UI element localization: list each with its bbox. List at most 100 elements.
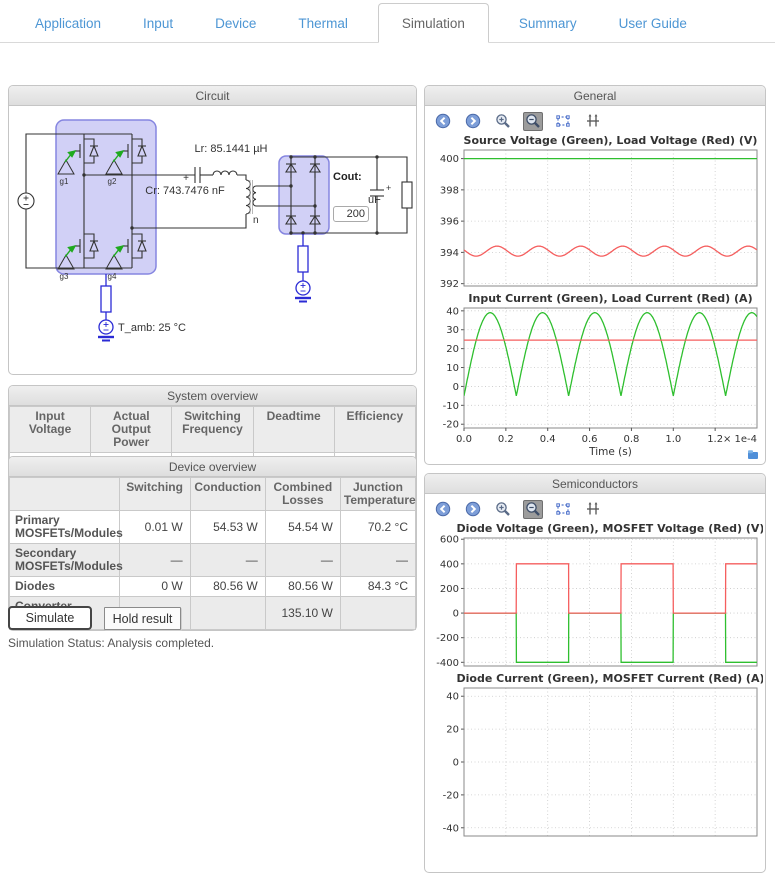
zoom-out-icon[interactable]	[523, 500, 543, 519]
cr-label: Cr: 743.7476 nF	[145, 185, 225, 197]
device-overview-title: Device overview	[9, 457, 416, 477]
tab-simulation[interactable]: Simulation	[378, 3, 489, 43]
cout-capacitance-input[interactable]	[333, 206, 369, 222]
svg-text:40: 40	[446, 306, 459, 317]
system-overview-title: System overview	[9, 386, 416, 406]
cout-label: Cout:	[333, 171, 362, 183]
gate-label-g2: g2	[108, 177, 117, 186]
svg-text:396: 396	[439, 217, 458, 228]
export-chart-icon[interactable]	[747, 449, 759, 460]
cell-value: —	[265, 544, 340, 577]
svg-text:-10: -10	[442, 401, 458, 412]
general-chart-toolbar	[425, 106, 765, 134]
device-col-empty	[10, 478, 120, 511]
svg-text:0: 0	[452, 758, 458, 769]
svg-text:0.6: 0.6	[581, 434, 597, 445]
chart-source-load-voltage[interactable]: 392 394 396 398 400 Source Voltage (Green), L…	[428, 134, 763, 292]
svg-text:0.4: 0.4	[539, 434, 555, 445]
semiconductors-panel: Semiconductors -400-2000200400600Diode V…	[424, 473, 766, 873]
history-back-icon[interactable]	[433, 112, 453, 131]
hold-result-button[interactable]: Hold result	[104, 607, 181, 630]
svg-text:-20: -20	[442, 790, 458, 801]
simulate-button[interactable]: Simulate	[8, 606, 92, 630]
col-header-actual-output-power: Actual Output Power	[91, 407, 172, 453]
cell-value	[190, 597, 265, 630]
cell-value: —	[190, 544, 265, 577]
zoom-rectangle-icon[interactable]	[553, 500, 573, 519]
cell-value: 84.3 °C	[340, 577, 415, 597]
row-label: Diodes	[10, 577, 120, 597]
svg-text:600: 600	[439, 535, 458, 546]
row-label: Primary MOSFETs/Modules	[10, 511, 120, 544]
cell-value: 80.56 W	[265, 577, 340, 597]
svg-text:392: 392	[439, 279, 458, 290]
col-header-efficiency: Efficiency	[334, 407, 415, 453]
cell-value: 54.54 W	[265, 511, 340, 544]
col-header-deadtime: Deadtime	[253, 407, 334, 453]
svg-text:10: 10	[446, 363, 459, 374]
svg-text:-400: -400	[436, 658, 459, 669]
svg-text:Time (s): Time (s)	[588, 446, 632, 458]
main-tabbar: Application Input Device Thermal Simulat…	[0, 0, 775, 43]
circuit-panel-title: Circuit	[9, 86, 416, 106]
cell-value	[340, 597, 415, 630]
semiconductors-chart-toolbar	[425, 494, 765, 522]
table-row-diodes: Diodes 0 W 80.56 W 80.56 W 84.3 °C	[10, 577, 416, 597]
gate-label-g3: g3	[60, 272, 69, 281]
turns-ratio-label: n	[253, 215, 259, 226]
simulation-app: { "tabs": { "items": [ {"label": "Applic…	[0, 0, 775, 690]
zoom-out-icon[interactable]	[523, 112, 543, 131]
svg-text:Source Voltage (Green), Load V: Source Voltage (Green), Load Voltage (Re…	[463, 134, 757, 147]
circuit-panel: Circuit	[8, 85, 417, 375]
chart-diode-mosfet-current[interactable]: -40-2002040Diode Current (Green), MOSFET…	[428, 672, 763, 842]
cell-value: 80.56 W	[190, 577, 265, 597]
gate-label-g4: g4	[108, 272, 117, 281]
tab-device[interactable]: Device	[215, 4, 256, 42]
general-panel-title: General	[425, 86, 765, 106]
svg-text:1.0: 1.0	[665, 434, 681, 445]
cell-value: —	[119, 544, 190, 577]
history-back-icon[interactable]	[433, 500, 453, 519]
thermal-network-diodes	[295, 234, 311, 302]
zoom-rectangle-icon[interactable]	[553, 112, 573, 131]
chart-input-load-current[interactable]: -20-10010203040Input Current (Green), Lo…	[428, 292, 763, 470]
cell-value: 0 W	[119, 577, 190, 597]
cell-value: 54.53 W	[190, 511, 265, 544]
input-voltage-source	[18, 193, 34, 209]
gate-label-g1: g1	[60, 177, 69, 186]
svg-text:Diode Current (Green), MOSFET: Diode Current (Green), MOSFET Current (R…	[456, 672, 763, 685]
cr-plus-sign: +	[183, 173, 189, 184]
zoom-in-icon[interactable]	[493, 112, 513, 131]
tab-thermal[interactable]: Thermal	[298, 4, 348, 42]
axes-adjust-icon[interactable]	[583, 112, 603, 131]
history-forward-icon[interactable]	[463, 112, 483, 131]
svg-text:-200: -200	[436, 633, 459, 644]
axes-adjust-icon[interactable]	[583, 500, 603, 519]
device-overview-panel: Device overview Switching Conduction Com…	[8, 456, 417, 631]
svg-text:Diode Voltage (Green), MOSFET: Diode Voltage (Green), MOSFET Voltage (R…	[456, 522, 762, 535]
cout-unit-label: uF	[368, 194, 381, 206]
chart-diode-mosfet-voltage[interactable]: -400-2000200400600Diode Voltage (Green),…	[428, 522, 763, 672]
col-header-input-voltage: Input Voltage	[10, 407, 91, 453]
svg-text:0: 0	[452, 382, 458, 393]
tab-user-guide[interactable]: User Guide	[619, 4, 687, 42]
thermal-network-primary	[98, 274, 114, 341]
svg-text:400: 400	[439, 154, 458, 165]
ambient-temperature-label: T_amb: 25 °C	[118, 322, 186, 334]
col-header-combined-losses: Combined Losses	[265, 478, 340, 511]
lr-label: Lr: 85.1441 µH	[195, 143, 268, 155]
svg-text:394: 394	[439, 248, 458, 259]
svg-text:200: 200	[439, 584, 458, 595]
tab-input[interactable]: Input	[143, 4, 173, 42]
general-panel: General 392394396398400Source Voltage (G…	[424, 85, 766, 465]
tab-summary[interactable]: Summary	[519, 4, 577, 42]
col-header-junction-temperature: Junction Temperature	[340, 478, 415, 511]
tab-application[interactable]: Application	[35, 4, 101, 42]
zoom-in-icon[interactable]	[493, 500, 513, 519]
semiconductors-panel-title: Semiconductors	[425, 474, 765, 494]
svg-text:40: 40	[446, 692, 459, 703]
svg-text:Input Current (Green), Load Cu: Input Current (Green), Load Current (Red…	[468, 292, 752, 305]
svg-text:398: 398	[439, 185, 458, 196]
table-row-secondary-mosfets: Secondary MOSFETs/Modules — — — —	[10, 544, 416, 577]
history-forward-icon[interactable]	[463, 500, 483, 519]
